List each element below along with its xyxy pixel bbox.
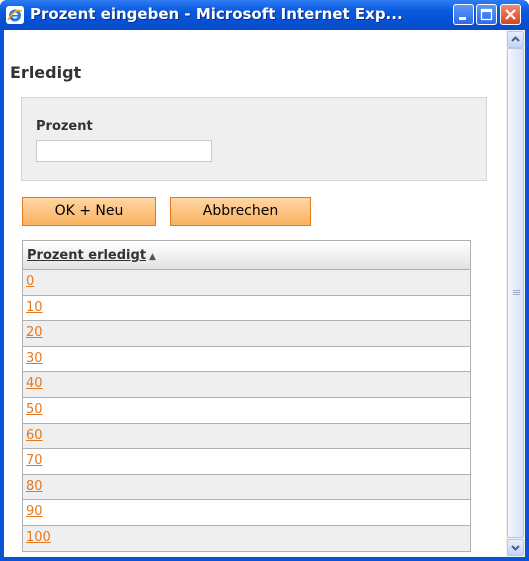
page-content: Erledigt Prozent OK + Neu Abbrechen Proz… [4, 30, 506, 557]
page-client-area: Erledigt Prozent OK + Neu Abbrechen Proz… [4, 30, 525, 557]
minimize-button[interactable] [453, 4, 474, 25]
grip-icon [513, 290, 520, 297]
percent-value-link[interactable]: 0 [26, 274, 34, 289]
table-row: 10 [23, 295, 470, 322]
percent-value-link[interactable]: 70 [26, 453, 43, 468]
column-header-percent-done[interactable]: Prozent erledigt ▲ [23, 241, 470, 270]
percent-value-link[interactable]: 20 [26, 325, 43, 340]
scroll-thumb[interactable] [507, 48, 524, 538]
title-bar[interactable]: Prozent eingeben - Microsoft Internet Ex… [0, 0, 529, 30]
chevron-down-icon [511, 545, 520, 551]
percent-value-link[interactable]: 40 [26, 376, 43, 391]
close-icon [505, 9, 516, 20]
percent-value-link[interactable]: 90 [26, 504, 43, 519]
page-title: Erledigt [10, 63, 82, 82]
percent-value-link[interactable]: 100 [26, 530, 51, 545]
internet-explorer-icon [6, 6, 24, 24]
scroll-down-button[interactable] [507, 539, 524, 556]
table-row: 50 [23, 397, 470, 424]
browser-window: Prozent eingeben - Microsoft Internet Ex… [0, 0, 529, 561]
maximize-button[interactable] [476, 4, 497, 25]
ok-new-button[interactable]: OK + Neu [22, 197, 156, 226]
table-row: 60 [23, 423, 470, 450]
column-header-label[interactable]: Prozent erledigt [27, 248, 146, 263]
vertical-scrollbar[interactable] [506, 30, 525, 557]
percent-value-link[interactable]: 30 [26, 351, 43, 366]
percent-value-link[interactable]: 50 [26, 402, 43, 417]
chevron-up-icon [511, 36, 520, 42]
table-row: 100 [23, 525, 470, 552]
table-row: 30 [23, 346, 470, 373]
percent-value-link[interactable]: 80 [26, 479, 43, 494]
table-row: 0 [23, 270, 470, 296]
sort-ascending-icon: ▲ [149, 252, 156, 262]
maximize-icon [480, 8, 493, 21]
scroll-up-button[interactable] [507, 31, 524, 48]
close-button[interactable] [500, 4, 521, 25]
percent-value-link[interactable]: 60 [26, 428, 43, 443]
minimize-icon [459, 17, 466, 20]
table-row: 90 [23, 500, 470, 526]
percent-input[interactable] [36, 140, 212, 162]
table-body: 0 10 20 30 40 50 60 70 80 90 100 [23, 270, 470, 552]
table-row: 40 [23, 372, 470, 398]
percent-label: Prozent [36, 119, 93, 134]
percent-table: Prozent erledigt ▲ 0 10 20 30 40 50 60 70 80 90 100 [22, 240, 471, 552]
table-row: 20 [23, 321, 470, 347]
table-row: 70 [23, 449, 470, 475]
cancel-button[interactable]: Abbrechen [170, 197, 311, 226]
table-row: 80 [23, 474, 470, 501]
percent-value-link[interactable]: 10 [26, 300, 43, 315]
percent-fieldset: Prozent [21, 97, 487, 181]
window-title: Prozent eingeben - Microsoft Internet Ex… [30, 5, 403, 23]
